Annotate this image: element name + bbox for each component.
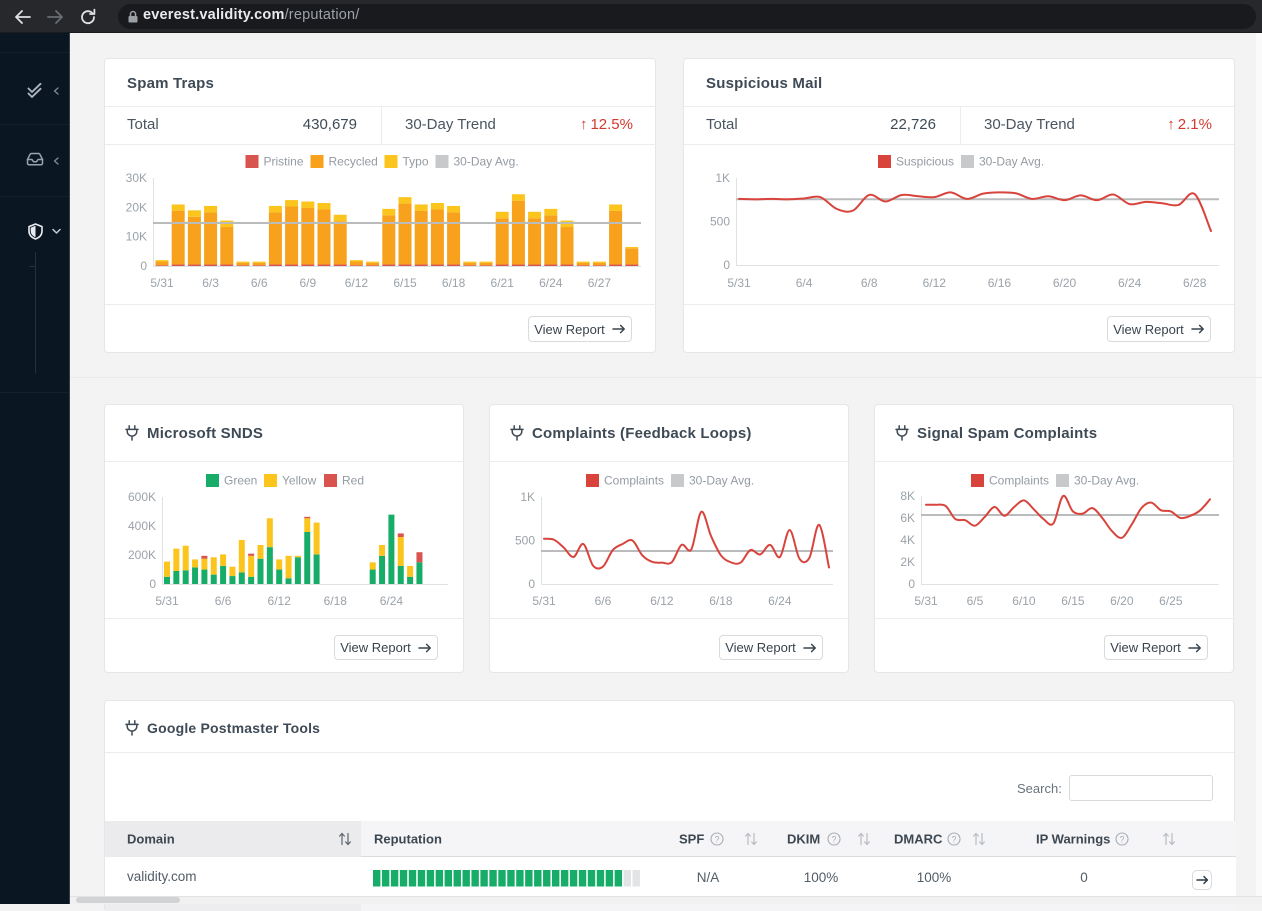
svg-text:0: 0 — [908, 577, 915, 591]
svg-text:6/27: 6/27 — [588, 276, 612, 290]
svg-text:0: 0 — [528, 577, 535, 591]
svg-text:6/4: 6/4 — [796, 276, 813, 290]
svg-text:6/20: 6/20 — [1110, 594, 1134, 608]
svg-text:6/12: 6/12 — [923, 276, 947, 290]
svg-text:6/6: 6/6 — [215, 594, 232, 608]
svg-text:30-Day Avg.: 30-Day Avg. — [1074, 474, 1139, 488]
svg-text:5/31: 5/31 — [150, 276, 174, 290]
svg-text:5/31: 5/31 — [155, 594, 179, 608]
svg-text:6/12: 6/12 — [650, 594, 674, 608]
svg-text:500: 500 — [710, 215, 730, 229]
svg-text:30-Day Avg.: 30-Day Avg. — [689, 474, 754, 488]
svg-text:?: ? — [714, 834, 719, 844]
svg-text:6/24: 6/24 — [1118, 276, 1142, 290]
svg-text:6/3: 6/3 — [202, 276, 219, 290]
svg-text:30-Day Avg.: 30-Day Avg. — [454, 155, 519, 169]
svg-text:600K: 600K — [128, 490, 156, 504]
svg-text:SPF: SPF — [679, 832, 704, 847]
svg-text:6/18: 6/18 — [709, 594, 733, 608]
svg-text:5/31: 5/31 — [532, 594, 556, 608]
svg-text:?: ? — [951, 834, 956, 844]
svg-text:5/31: 5/31 — [914, 594, 938, 608]
svg-text:6/24: 6/24 — [380, 594, 404, 608]
svg-text:6/6: 6/6 — [251, 276, 268, 290]
svg-text:0: 0 — [149, 577, 156, 591]
svg-text:5/31: 5/31 — [727, 276, 751, 290]
svg-text:Reputation: Reputation — [374, 832, 442, 847]
svg-text:6/10: 6/10 — [1012, 594, 1036, 608]
svg-text:400K: 400K — [128, 519, 156, 533]
svg-text:6/18: 6/18 — [324, 594, 348, 608]
svg-text:6/18: 6/18 — [442, 276, 466, 290]
svg-text:2K: 2K — [900, 555, 915, 569]
svg-text:6/16: 6/16 — [988, 276, 1012, 290]
svg-text:6/28: 6/28 — [1183, 276, 1207, 290]
svg-text:0: 0 — [140, 259, 147, 273]
svg-text:6/12: 6/12 — [345, 276, 369, 290]
svg-text:30K: 30K — [126, 171, 147, 185]
svg-text:IP Warnings: IP Warnings — [1036, 832, 1110, 847]
svg-text:Red: Red — [342, 474, 364, 488]
svg-text:Complaints: Complaints — [989, 474, 1049, 488]
svg-text:Green: Green — [224, 474, 257, 488]
svg-text:Domain: Domain — [127, 832, 175, 847]
svg-text:30-Day Avg.: 30-Day Avg. — [979, 155, 1044, 169]
svg-text:6/24: 6/24 — [539, 276, 563, 290]
svg-text:DMARC: DMARC — [894, 832, 943, 847]
svg-text:6/9: 6/9 — [299, 276, 316, 290]
svg-text:?: ? — [1119, 834, 1124, 844]
svg-text:6/20: 6/20 — [1053, 276, 1077, 290]
svg-text:20K: 20K — [126, 200, 147, 214]
svg-text:Recycled: Recycled — [329, 155, 378, 169]
svg-text:6/5: 6/5 — [967, 594, 984, 608]
svg-text:200K: 200K — [128, 548, 156, 562]
svg-text:8K: 8K — [900, 489, 915, 503]
svg-text:Pristine: Pristine — [264, 155, 304, 169]
svg-text:6/24: 6/24 — [768, 594, 792, 608]
svg-text:500: 500 — [515, 534, 535, 548]
svg-text:?: ? — [831, 834, 836, 844]
svg-text:6/8: 6/8 — [861, 276, 878, 290]
svg-text:6/25: 6/25 — [1159, 594, 1183, 608]
svg-text:6/6: 6/6 — [595, 594, 612, 608]
svg-text:0: 0 — [723, 258, 730, 272]
svg-text:Complaints: Complaints — [604, 474, 664, 488]
svg-text:10K: 10K — [126, 230, 147, 244]
svg-text:6/21: 6/21 — [491, 276, 515, 290]
svg-text:Yellow: Yellow — [282, 474, 317, 488]
svg-text:DKIM: DKIM — [787, 832, 820, 847]
svg-text:4K: 4K — [900, 533, 915, 547]
svg-text:6/15: 6/15 — [393, 276, 417, 290]
svg-text:Typo: Typo — [403, 155, 429, 169]
svg-text:6K: 6K — [900, 511, 915, 525]
svg-text:6/15: 6/15 — [1061, 594, 1085, 608]
svg-text:6/12: 6/12 — [268, 594, 292, 608]
svg-text:1K: 1K — [715, 171, 730, 185]
svg-text:1K: 1K — [520, 490, 535, 504]
svg-text:Suspicious: Suspicious — [896, 155, 954, 169]
